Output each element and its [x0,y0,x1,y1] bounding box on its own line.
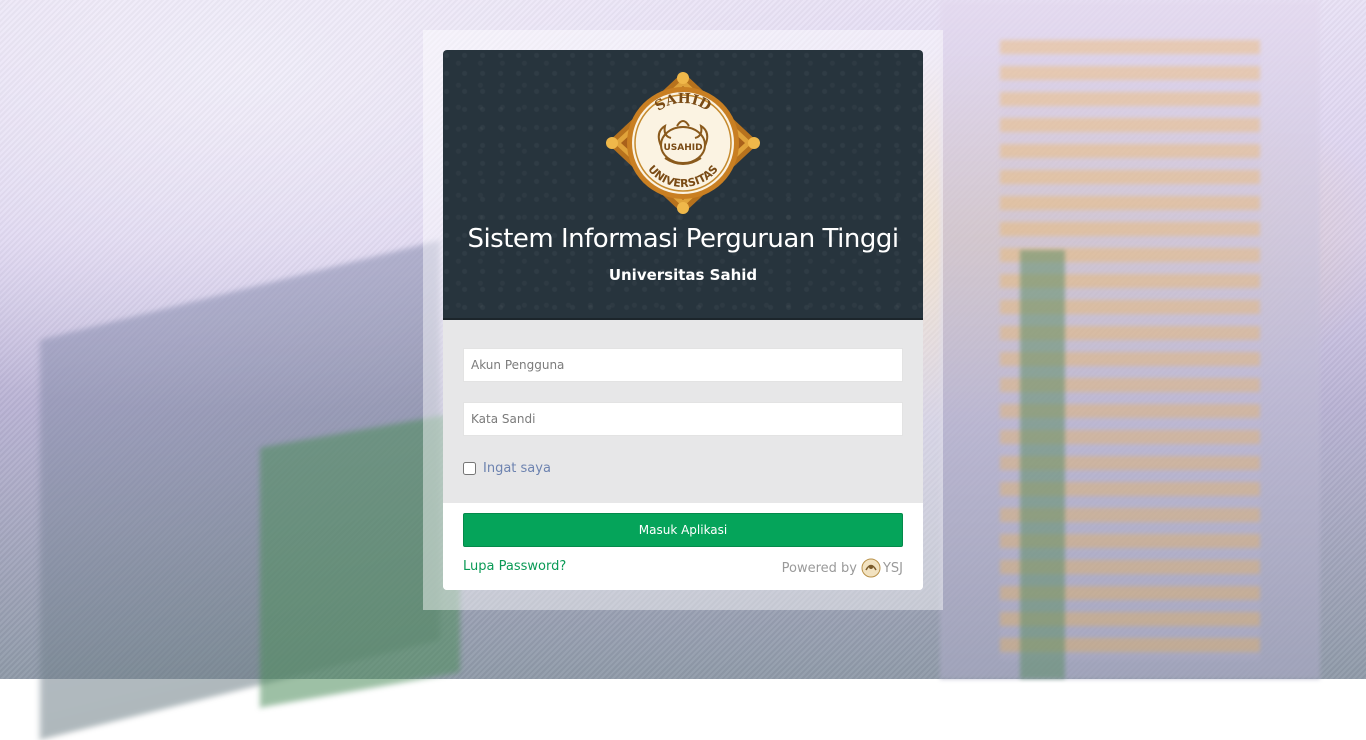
logo-center-text: USAHID [663,143,702,153]
powered-by-label: Powered by [781,560,857,576]
remember-me[interactable]: Ingat saya [463,459,551,477]
remember-me-label[interactable]: Ingat saya [483,461,551,476]
powered-by: Powered by YSJ [782,558,903,578]
password-input[interactable] [463,402,903,436]
username-input[interactable] [463,348,903,382]
app-subtitle: Universitas Sahid [608,266,758,284]
ysj-logo-icon [861,558,881,578]
remember-me-checkbox[interactable] [463,461,476,475]
login-form: Ingat saya [443,320,923,503]
login-button[interactable]: Masuk Aplikasi [463,513,903,547]
login-card: SAHID USAHID UNIVERSITAS Sistem Informas… [443,50,923,590]
powered-by-vendor: YSJ [882,560,903,576]
forgot-password-link[interactable]: Lupa Password? [463,559,566,574]
login-actions: Masuk Aplikasi Lupa Password? Powered by… [443,503,923,590]
background-building-accent [1020,250,1065,679]
login-header: SAHID USAHID UNIVERSITAS Sistem Informas… [443,50,923,320]
app-title: Sistem Informasi Perguruan Tinggi [467,224,899,254]
university-logo: SAHID USAHID UNIVERSITAS [606,72,760,214]
